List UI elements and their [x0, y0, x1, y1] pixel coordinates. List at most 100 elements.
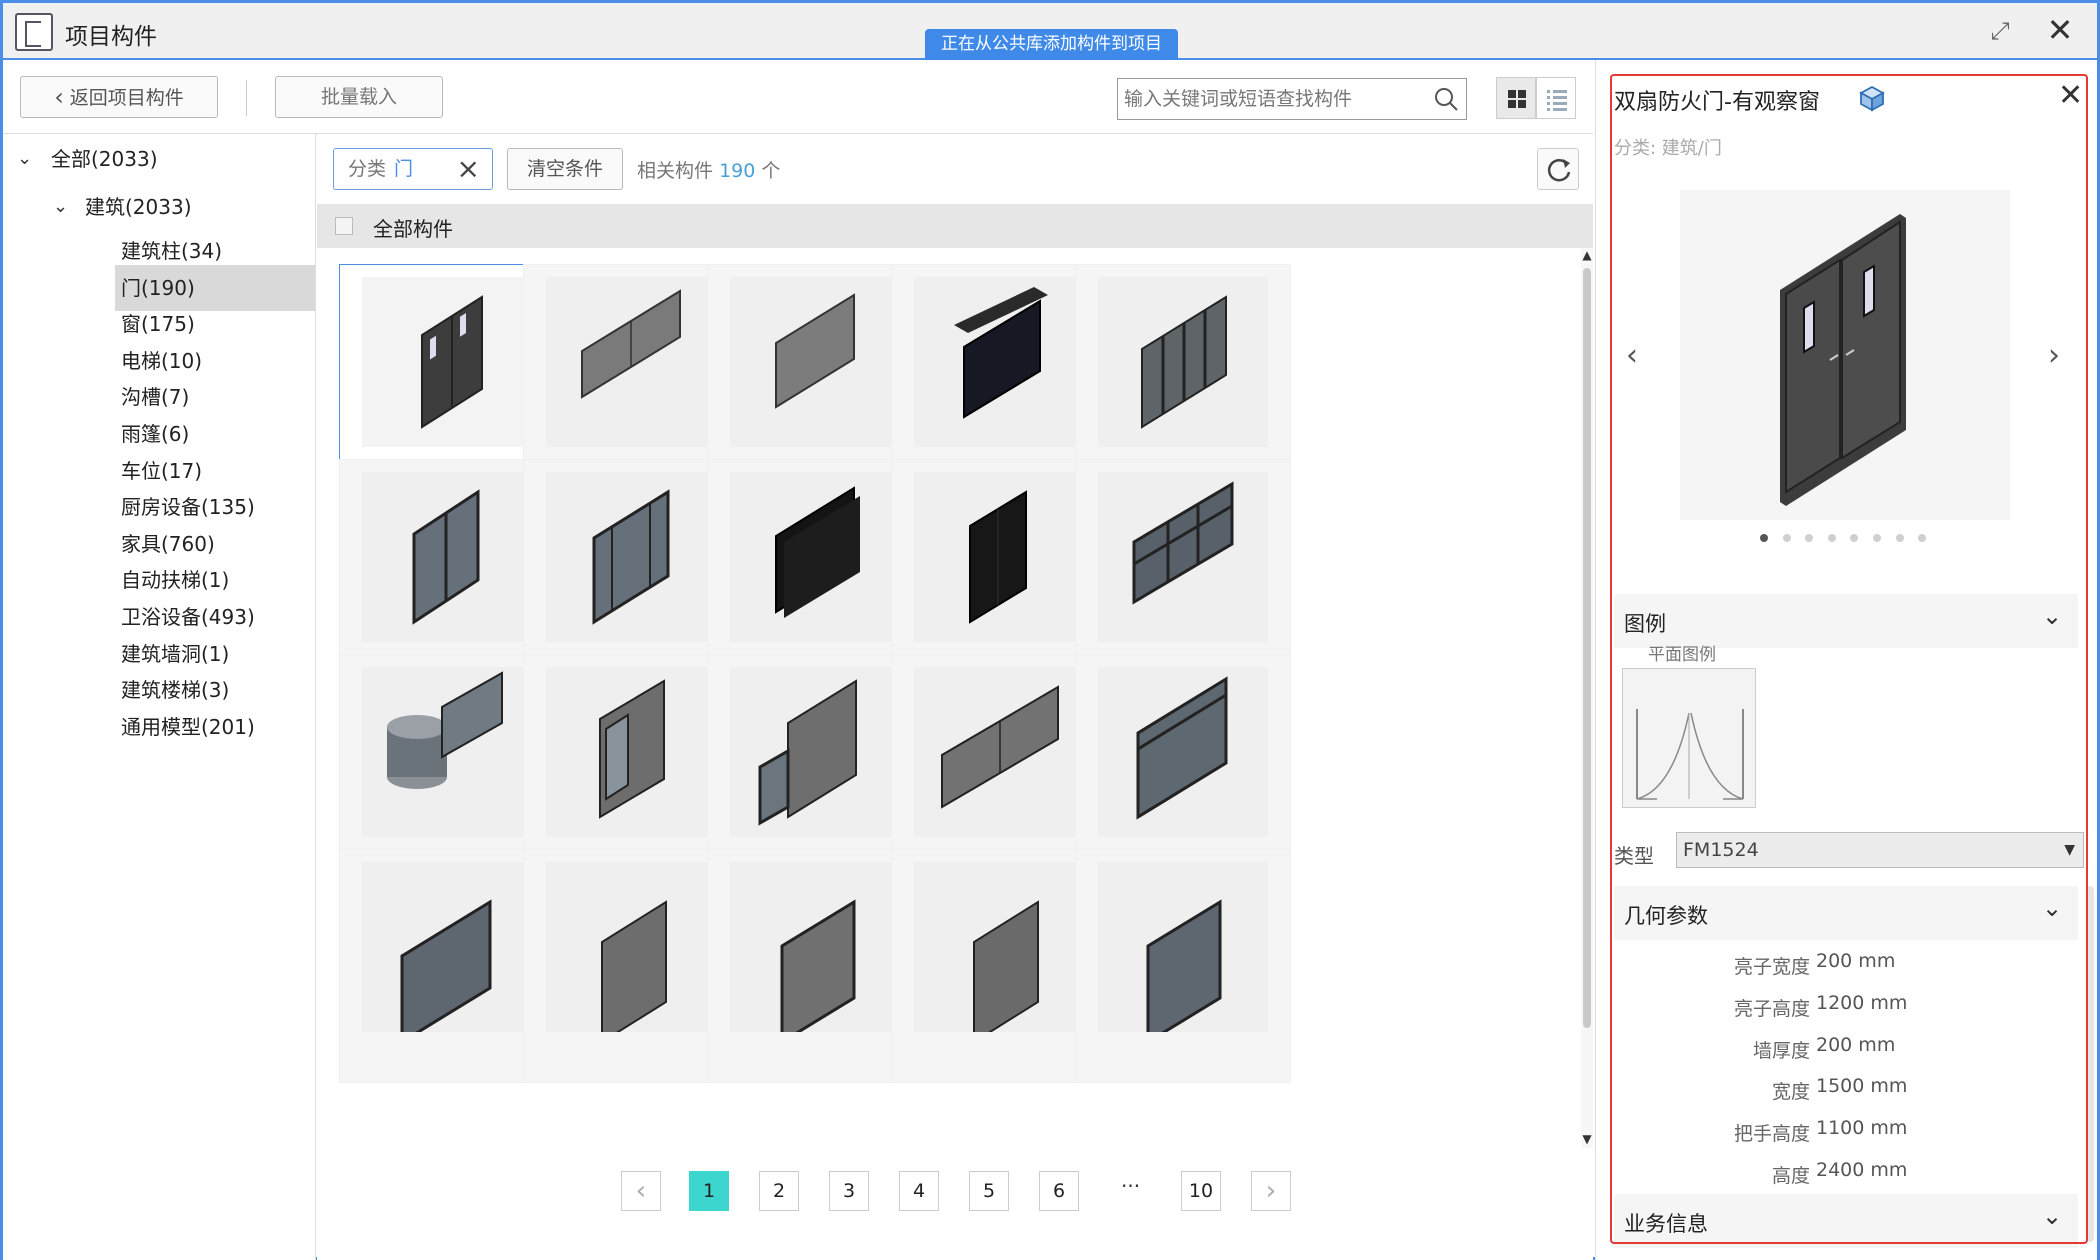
type-row: 类型 FM1524 ▼	[1614, 832, 2084, 872]
chevron-right-icon[interactable]: ›	[2048, 338, 2060, 373]
component-thumbnail	[1098, 472, 1268, 642]
carousel-dot[interactable]	[1873, 534, 1881, 542]
param-row: 墙厚度 200 mm	[1614, 1028, 2078, 1070]
component-card[interactable]	[1075, 849, 1291, 1083]
close-icon[interactable]: ✕	[2058, 78, 2083, 113]
chevron-down-icon[interactable]: ▼	[2064, 833, 2075, 867]
grid-view-button[interactable]	[1496, 77, 1536, 119]
next-page-button[interactable]: ›	[1251, 1171, 1291, 1211]
tree-item-label: 家具(760)	[121, 531, 215, 556]
page-button[interactable]: 1	[689, 1171, 729, 1211]
tree-item-label: 车位(17)	[121, 458, 203, 483]
search-input[interactable]	[1124, 85, 1424, 113]
page-button[interactable]: 3	[829, 1171, 869, 1211]
category-chip-value: 门	[394, 158, 414, 180]
chevron-down-icon[interactable]: ⌄	[2042, 894, 2062, 922]
tree-root-label: 全部(2033)	[51, 147, 158, 171]
page-button[interactable]: 2	[759, 1171, 799, 1211]
category-chip-prefix: 分类	[348, 158, 387, 180]
batch-load-button[interactable]: 批量载入	[275, 76, 443, 118]
grid-icon	[1508, 90, 1526, 108]
tree-item-label: 电梯(10)	[121, 348, 203, 373]
param-value: 1100 mm	[1816, 1117, 1908, 1140]
prev-page-button[interactable]: ‹	[621, 1171, 661, 1211]
clear-filters-button[interactable]: 清空条件	[507, 148, 623, 190]
component-thumbnail	[730, 472, 900, 642]
close-icon[interactable]: ×	[457, 149, 480, 189]
plan-legend-image	[1622, 668, 1756, 808]
chevron-left-icon: ‹	[54, 83, 64, 111]
tree-item-label: 沟槽(7)	[121, 385, 190, 410]
status-banner: 正在从公共库添加构件到项目	[925, 29, 1178, 60]
geometry-section-header[interactable]: 几何参数 ⌄	[1614, 886, 2078, 940]
param-row: 高度 2400 mm	[1614, 1153, 2078, 1195]
search-box	[1117, 78, 1467, 120]
list-view-button[interactable]	[1536, 77, 1576, 119]
component-grid: 双扇防火门-有观察窗双扇防护密闭门单扇防护密闭门带平开小门钢防火…四扇推拉门已添…	[317, 248, 1581, 1148]
tree-item-label: 自动扶梯(1)	[121, 568, 230, 593]
page-button[interactable]: 4	[899, 1171, 939, 1211]
tree-item[interactable]: 通用模型(201)	[115, 704, 315, 750]
result-count-prefix: 相关构件	[637, 160, 714, 182]
param-name: 宽度	[1771, 1081, 1810, 1104]
select-all-checkbox[interactable]	[335, 217, 353, 235]
page-button-last[interactable]: 10	[1181, 1171, 1221, 1211]
scroll-thumb[interactable]	[1583, 268, 1591, 1028]
title-bar: 项目构件 正在从公共库添加构件到项目 ⤢ ✕	[3, 3, 2097, 60]
tree-item-label: 厨房设备(135)	[121, 495, 255, 520]
component-browser: 分类门 × 清空条件 相关构件 190 个 全部构件 双扇防火门-有观察窗双扇防…	[317, 134, 1593, 1260]
detail-panel: 双扇防火门-有观察窗 ✕ 分类: 建筑/门 ‹ › 图例 ⌄ 平面图例 类型 F…	[1595, 60, 2097, 1260]
3d-view-icon[interactable]	[1858, 84, 1886, 112]
param-row: 把手高度 1100 mm	[1614, 1111, 2078, 1153]
param-name: 把手高度	[1733, 1123, 1810, 1146]
component-thumbnail	[914, 472, 1084, 642]
component-thumbnail	[730, 277, 900, 447]
expand-icon[interactable]: ⤢	[1986, 17, 2014, 45]
plan-legend-label: 平面图例	[1648, 645, 1716, 665]
tree-item-label: 通用模型(201)	[121, 714, 255, 739]
carousel-dot[interactable]	[1850, 534, 1859, 542]
legend-header-label: 图例	[1624, 612, 1666, 636]
refresh-button[interactable]	[1537, 148, 1579, 190]
pagination: ‹ 1 2 3 4 5 6 ··· 10 ›	[317, 1148, 1593, 1228]
chevron-down-icon[interactable]: ⌄	[2042, 1202, 2062, 1230]
component-thumbnail	[546, 667, 716, 837]
type-select[interactable]: FM1524 ▼	[1676, 832, 2084, 868]
grid-scrollbar[interactable]: ▲ ▼	[1581, 248, 1593, 1148]
tree-item-label: 窗(175)	[121, 312, 195, 337]
page-ellipsis: ···	[1121, 1174, 1141, 1198]
business-section-header[interactable]: 业务信息 ⌄	[1614, 1194, 2078, 1248]
component-thumbnail	[1098, 862, 1268, 1045]
back-button-label: 返回项目构件	[69, 87, 184, 109]
component-thumbnail	[730, 862, 900, 1045]
component-preview-image	[1680, 190, 2010, 520]
scroll-down-icon[interactable]: ▼	[1581, 1132, 1593, 1146]
back-button[interactable]: ‹ 返回项目构件	[20, 76, 218, 118]
carousel-dot[interactable]	[1895, 534, 1904, 542]
close-icon[interactable]: ✕	[2045, 14, 2075, 46]
chevron-left-icon[interactable]: ‹	[1626, 338, 1638, 373]
param-value: 2400 mm	[1816, 1159, 1908, 1181]
carousel-dot[interactable]	[1805, 534, 1814, 542]
search-icon[interactable]	[1434, 87, 1458, 111]
chevron-down-icon[interactable]: ⌄	[2042, 602, 2062, 630]
component-thumbnail	[362, 667, 532, 837]
carousel-dot[interactable]	[1918, 534, 1927, 542]
param-value: 200 mm	[1816, 1033, 1896, 1056]
param-row: 亮子高度 1200 mm	[1614, 986, 2078, 1028]
page-button[interactable]: 6	[1039, 1171, 1079, 1211]
category-filter-chip[interactable]: 分类门 ×	[333, 148, 493, 190]
param-row: 宽度 1500 mm	[1614, 1069, 2078, 1111]
result-count-number: 190	[719, 160, 756, 182]
component-thumbnail	[546, 472, 716, 642]
component-thumbnail	[362, 472, 532, 642]
scroll-up-icon[interactable]: ▲	[1581, 248, 1593, 262]
chevron-down-icon[interactable]: ⌄	[53, 184, 68, 230]
chevron-down-icon[interactable]: ⌄	[17, 136, 32, 182]
carousel-dot[interactable]	[1827, 534, 1836, 542]
refresh-icon	[1547, 159, 1571, 182]
page-button[interactable]: 5	[969, 1171, 1009, 1211]
detail-scrollbar[interactable]	[2086, 886, 2094, 1242]
carousel-dot[interactable]	[1782, 534, 1791, 542]
carousel-dot[interactable]	[1760, 534, 1768, 542]
